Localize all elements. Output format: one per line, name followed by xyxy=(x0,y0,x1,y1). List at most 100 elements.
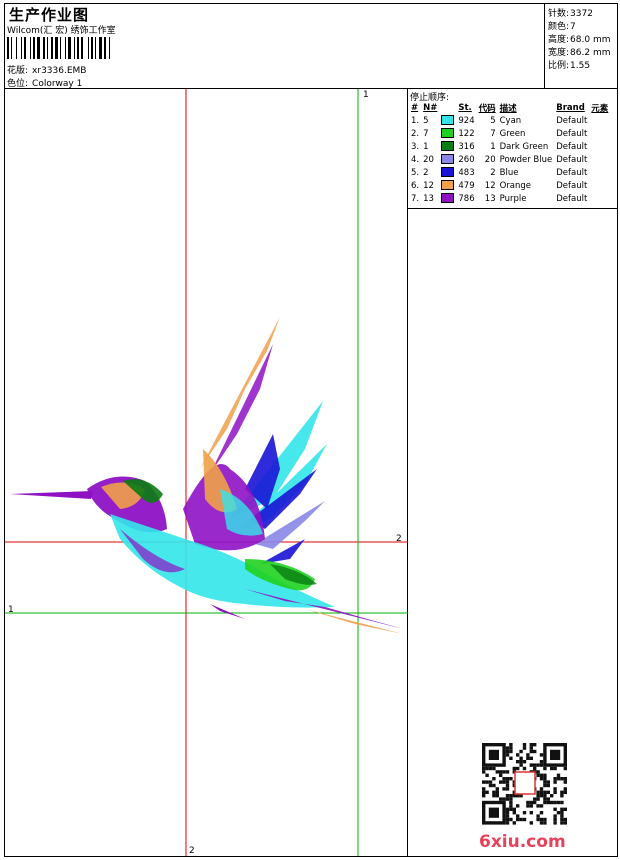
qr-module xyxy=(519,749,523,754)
qr-module xyxy=(539,760,544,764)
row-code: 13 xyxy=(484,193,496,204)
row-brand: Default xyxy=(556,141,588,152)
barcode xyxy=(7,37,137,59)
guide-label-top: 1 xyxy=(363,90,369,100)
qr-module xyxy=(529,743,533,747)
qr-module xyxy=(519,760,523,764)
qr-module xyxy=(543,800,547,805)
qr-module xyxy=(505,746,510,750)
stat-scale: 比例:1.55 xyxy=(548,58,590,71)
row-description: Green xyxy=(499,128,526,139)
row-description: Orange xyxy=(499,180,532,191)
qr-module xyxy=(509,807,513,811)
qr-module xyxy=(499,797,503,801)
qr-module xyxy=(553,766,557,771)
stat-label: 颜色: xyxy=(548,22,570,32)
qr-module xyxy=(563,790,567,794)
row-element xyxy=(589,153,610,166)
qr-module xyxy=(529,804,533,808)
row-needle: 1 xyxy=(423,141,429,152)
barcode-bar xyxy=(81,37,84,59)
qr-module xyxy=(492,790,496,794)
row-description: Blue xyxy=(499,167,519,178)
qr-module xyxy=(543,797,547,801)
qr-module xyxy=(516,753,520,757)
qr-module xyxy=(502,770,506,774)
qr-module xyxy=(522,766,527,771)
stat-label: 宽度: xyxy=(548,48,570,58)
qr-module xyxy=(519,756,523,760)
thread-row: 1. 5 924 5 Cyan Default xyxy=(409,114,610,127)
qr-module xyxy=(546,780,550,784)
row-index: 6. xyxy=(411,180,420,191)
barcode-bar xyxy=(90,37,93,59)
qr-logo-seal xyxy=(514,771,536,795)
colorway-line: 色位: Colorway 1 xyxy=(7,76,82,89)
color-swatch xyxy=(441,154,455,165)
qr-module xyxy=(505,797,510,801)
thread-table-header: # N# St. 代码 描述 Brand 元素 xyxy=(409,101,610,114)
thread-table: # N# St. 代码 描述 Brand 元素 1. 5 924 5 Cyan Defau… xyxy=(409,101,610,205)
row-brand: Default xyxy=(556,128,588,139)
stat-label: 比例: xyxy=(548,61,570,71)
col-element: 元素 xyxy=(591,103,609,114)
qr-module xyxy=(560,807,564,811)
thread-row: 7. 13 786 13 Purple Default xyxy=(409,192,610,205)
col-description: 描述 xyxy=(499,103,517,114)
qr-module xyxy=(505,814,510,818)
qr-module xyxy=(482,770,486,774)
barcode-bar xyxy=(46,37,48,59)
qr-module xyxy=(492,783,496,788)
qr-module xyxy=(522,817,527,822)
barcode-bar xyxy=(95,37,96,59)
barcode-bar xyxy=(23,37,26,59)
qr-module xyxy=(533,763,537,767)
thread-row: 3. 1 316 1 Dark Green Default xyxy=(409,140,610,153)
qr-module xyxy=(560,811,564,815)
stat-label: 高度: xyxy=(548,35,570,45)
row-index: 1. xyxy=(411,115,420,126)
qr-module xyxy=(563,787,567,791)
row-needle: 13 xyxy=(423,193,434,204)
qr-module xyxy=(539,763,544,767)
qr-module xyxy=(485,790,489,794)
qr-module xyxy=(560,821,564,825)
qr-module xyxy=(505,783,510,788)
barcode-bar xyxy=(108,37,110,59)
qr-module xyxy=(522,811,527,815)
qr-module xyxy=(536,794,540,798)
qr-module xyxy=(553,807,557,811)
qr-module xyxy=(550,800,554,805)
row-code: 20 xyxy=(484,154,496,165)
row-brand: Default xyxy=(556,193,588,204)
barcode-bar xyxy=(16,37,18,59)
qr-module xyxy=(543,783,547,788)
barcode-bar xyxy=(77,37,80,59)
qr-module xyxy=(519,763,523,767)
row-code: 2 xyxy=(490,167,496,178)
row-brand: Default xyxy=(556,167,588,178)
stat-value: 68.0 mm xyxy=(570,35,611,45)
row-needle: 20 xyxy=(423,154,434,165)
qr-module xyxy=(539,787,544,791)
barcode-bar xyxy=(7,37,9,59)
qr-module xyxy=(546,800,550,805)
qr-module xyxy=(482,766,486,771)
row-description: Purple xyxy=(499,193,527,204)
qr-module xyxy=(509,777,513,781)
row-stitches: 316 xyxy=(458,141,475,152)
qr-module xyxy=(499,770,503,774)
qr-module xyxy=(482,780,486,784)
row-code: 12 xyxy=(484,180,496,191)
qr-module xyxy=(505,753,510,757)
qr-module xyxy=(543,773,547,777)
qr-module xyxy=(543,766,547,771)
row-description: Cyan xyxy=(499,115,522,126)
qr-module xyxy=(502,797,506,801)
qr-module xyxy=(509,756,513,760)
qr-module xyxy=(539,821,544,825)
qr-module xyxy=(505,777,510,781)
site-watermark: 6xiu.com xyxy=(479,832,566,852)
qr-module xyxy=(512,821,516,825)
page-title: 生产作业图 xyxy=(9,6,90,24)
